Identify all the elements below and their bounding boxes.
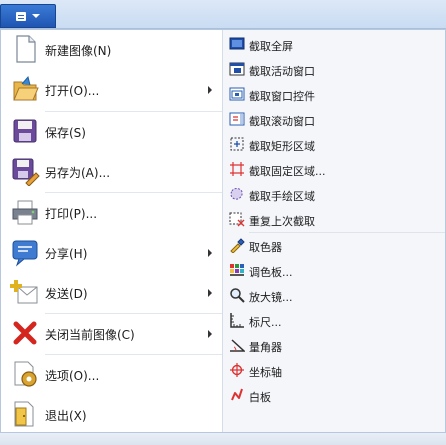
menu-item-label: 放大镜... [249, 291, 293, 304]
capture-tools-pane: 截取全屏 截取活动窗口 截取窗口控件 截取滚动窗口 截取矩形区域 截取固定区域.… [223, 30, 445, 432]
menu-item-protractor[interactable]: 量角器 [223, 333, 445, 358]
window-control-capture-icon [229, 87, 245, 101]
application-menu: 新建图像(N) 打开(O)... 保存(S) 另存为(A)... 打印(P)..… [0, 29, 446, 433]
menu-item-label: 发送(D) [45, 287, 88, 301]
menu-item-options[interactable]: 选项(O)... [1, 355, 222, 395]
new-image-icon [16, 35, 36, 63]
menu-item-capture-active-window[interactable]: 截取活动窗口 [223, 57, 445, 82]
menu-item-send[interactable]: 发送(D) [1, 273, 222, 313]
ruler-icon [230, 313, 244, 328]
submenu-arrow-icon [208, 289, 212, 297]
menu-item-label: 截取窗口控件 [249, 90, 315, 103]
repeat-capture-icon [229, 212, 245, 227]
menu-item-capture-fullscreen[interactable]: 截取全屏 [223, 32, 445, 57]
fixed-region-capture-icon [230, 162, 244, 176]
menu-item-label: 选项(O)... [45, 369, 100, 383]
menu-item-label: 另存为(A)... [45, 166, 111, 180]
rectangle-capture-icon [230, 137, 244, 151]
submenu-arrow-icon [208, 249, 212, 257]
save-as-icon [12, 158, 40, 186]
menu-item-label: 分享(H) [45, 247, 88, 261]
palette-icon [230, 264, 244, 276]
menu-item-label: 新建图像(N) [45, 44, 112, 58]
menu-item-label: 截取活动窗口 [249, 65, 315, 78]
menu-item-label: 退出(X) [45, 409, 87, 423]
menu-item-exit[interactable]: 退出(X) [1, 395, 222, 435]
close-icon [13, 321, 37, 345]
magnifier-icon [230, 288, 245, 303]
menu-item-palette[interactable]: 调色板... [223, 258, 445, 283]
menu-item-color-picker[interactable]: 取色器 [223, 233, 445, 258]
menu-item-label: 标尺... [249, 316, 282, 329]
options-gear-icon [14, 361, 37, 387]
menu-item-open[interactable]: 打开(O)... [1, 70, 222, 110]
send-icon [10, 280, 38, 304]
chevron-down-icon [32, 14, 40, 18]
menu-item-label: 重复上次截取 [249, 215, 315, 228]
file-commands-pane: 新建图像(N) 打开(O)... 保存(S) 另存为(A)... 打印(P)..… [1, 30, 222, 432]
menu-item-capture-freehand[interactable]: 截取手绘区域 [223, 182, 445, 207]
status-strip [0, 432, 446, 445]
menu-item-capture-window-control[interactable]: 截取窗口控件 [223, 82, 445, 107]
menu-item-label: 截取滚动窗口 [249, 115, 315, 128]
menu-item-label: 截取手绘区域 [249, 190, 315, 203]
protractor-icon [230, 339, 245, 352]
menu-item-ruler[interactable]: 标尺... [223, 308, 445, 333]
menu-item-whiteboard[interactable]: 白板 [223, 383, 445, 408]
menu-item-label: 关闭当前图像(C) [45, 328, 135, 342]
menu-item-label: 截取矩形区域 [249, 140, 315, 153]
menu-item-label: 保存(S) [45, 126, 86, 140]
menu-item-label: 截取固定区域... [249, 165, 326, 178]
freehand-capture-icon [230, 188, 243, 200]
menu-item-new-image[interactable]: 新建图像(N) [1, 30, 222, 70]
menu-item-label: 白板 [249, 391, 271, 404]
active-window-capture-icon [229, 62, 245, 76]
menu-item-capture-scroll-window[interactable]: 截取滚动窗口 [223, 107, 445, 132]
menu-item-label: 打印(P)... [45, 207, 98, 221]
open-folder-icon [13, 75, 39, 101]
menu-item-print[interactable]: 打印(P)... [1, 193, 222, 233]
whiteboard-icon [231, 388, 243, 401]
submenu-arrow-icon [208, 330, 212, 338]
print-icon [12, 200, 38, 225]
menu-item-close-image[interactable]: 关闭当前图像(C) [1, 314, 222, 354]
menu-item-capture-rectangle[interactable]: 截取矩形区域 [223, 132, 445, 157]
menu-item-save-as[interactable]: 另存为(A)... [1, 152, 222, 192]
menu-item-crosshair[interactable]: 坐标轴 [223, 358, 445, 383]
app-menu-icon [16, 11, 26, 21]
color-picker-icon [230, 238, 245, 253]
crosshair-icon [230, 363, 244, 377]
menu-item-label: 打开(O)... [45, 84, 100, 98]
exit-icon [14, 401, 34, 427]
share-icon [12, 240, 38, 267]
menu-item-repeat-capture[interactable]: 重复上次截取 [223, 207, 445, 232]
menu-item-capture-fixed-region[interactable]: 截取固定区域... [223, 157, 445, 182]
menu-item-share[interactable]: 分享(H) [1, 233, 222, 273]
app-menu-button[interactable] [0, 4, 56, 28]
menu-item-label: 调色板... [249, 266, 293, 279]
menu-item-label: 截取全屏 [249, 40, 293, 53]
ribbon-top-bar [0, 0, 446, 29]
fullscreen-capture-icon [229, 37, 245, 50]
menu-item-label: 坐标轴 [249, 366, 282, 379]
scroll-window-capture-icon [229, 112, 245, 126]
save-icon [13, 119, 37, 143]
menu-item-magnifier[interactable]: 放大镜... [223, 283, 445, 308]
menu-item-label: 量角器 [249, 341, 282, 354]
menu-item-save[interactable]: 保存(S) [1, 112, 222, 152]
submenu-arrow-icon [208, 86, 212, 94]
menu-item-label: 取色器 [249, 241, 282, 254]
